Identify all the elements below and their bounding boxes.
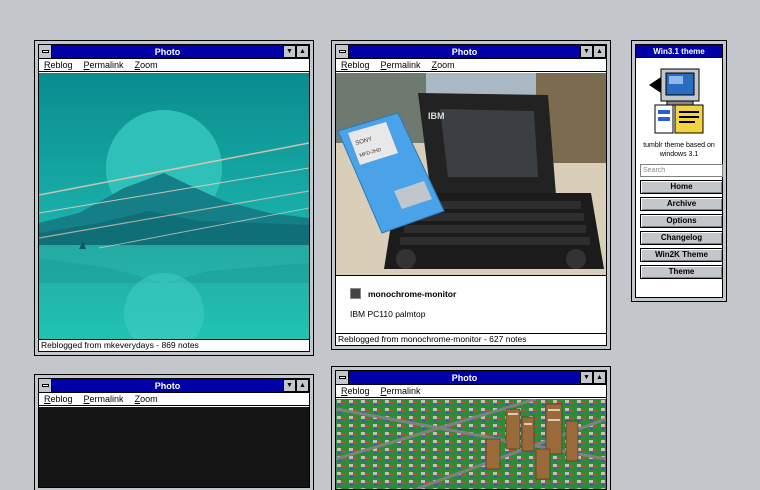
palmtop-photo: IBM SONY MFD-2HD — [336, 73, 606, 275]
menu-bar: Reblog Permalink — [336, 385, 606, 398]
computer-icon — [649, 68, 704, 134]
title-bar[interactable]: Photo ▼ ▲ — [39, 45, 309, 59]
post-caption: IBM PC110 palmtop — [350, 309, 426, 319]
search-input[interactable] — [640, 164, 723, 177]
changelog-button[interactable]: Changelog — [640, 231, 723, 245]
window-title: Photo — [154, 46, 181, 57]
menu-permalink[interactable]: Permalink — [381, 386, 421, 396]
maximize-icon[interactable]: ▲ — [296, 379, 309, 392]
menu-reblog[interactable]: Reblog — [44, 394, 73, 404]
city-game-screenshot — [336, 399, 606, 489]
menu-zoom[interactable]: Zoom — [135, 60, 158, 70]
menu-bar: Reblog Permalink Zoom — [336, 59, 606, 72]
minimize-icon[interactable]: ▼ — [580, 371, 593, 384]
maximize-icon[interactable]: ▲ — [593, 371, 606, 384]
sidebar-description: tumblr theme based on windows 3.1 — [643, 142, 715, 158]
window-title: Photo — [451, 46, 478, 57]
menu-permalink[interactable]: Permalink — [84, 394, 124, 404]
sidebar-window: Win3.1 theme tumblr theme based on windo… — [632, 41, 726, 301]
title-bar[interactable]: Photo ▼ ▲ — [39, 379, 309, 393]
maximize-icon[interactable]: ▲ — [296, 45, 309, 58]
brand-logo-text: IBM — [428, 111, 445, 121]
win2k-theme-button[interactable]: Win2K Theme — [640, 248, 723, 262]
menu-reblog[interactable]: Reblog — [44, 60, 73, 70]
status-bar: Reblogged from monochrome-monitor - 627 … — [336, 333, 606, 345]
system-menu-icon[interactable] — [39, 379, 52, 392]
system-menu-icon[interactable] — [336, 371, 349, 384]
options-button[interactable]: Options — [640, 214, 723, 228]
minimize-icon[interactable]: ▼ — [580, 45, 593, 58]
photo-window-4: Photo ▼ ▲ Reblog Permalink — [332, 367, 610, 490]
photo-window-3: Photo ▼ ▲ Reblog Permalink Zoom — [35, 375, 313, 490]
photo-window-1: Photo ▼ ▲ Reblog Permalink Zoom Reblogge… — [35, 41, 313, 355]
post-photo[interactable] — [39, 73, 309, 341]
post-photo[interactable]: IBM SONY MFD-2HD — [336, 73, 606, 275]
home-button[interactable]: Home — [640, 180, 723, 194]
sidebar-title: Win3.1 theme — [653, 46, 705, 56]
system-menu-icon[interactable] — [39, 45, 52, 58]
post-author[interactable]: monochrome-monitor — [368, 289, 456, 299]
menu-bar: Reblog Permalink Zoom — [39, 393, 309, 406]
menu-bar: Reblog Permalink Zoom — [39, 59, 309, 72]
sidebar-body: tumblr theme based on windows 3.1 Home A… — [636, 58, 723, 284]
window-title: Photo — [451, 372, 478, 383]
menu-reblog[interactable]: Reblog — [341, 60, 370, 70]
minimize-icon[interactable]: ▼ — [283, 45, 296, 58]
title-bar[interactable]: Photo ▼ ▲ — [336, 45, 606, 59]
window-title: Photo — [154, 380, 181, 391]
maximize-icon[interactable]: ▲ — [593, 45, 606, 58]
menu-zoom[interactable]: Zoom — [432, 60, 455, 70]
post-photo[interactable] — [336, 399, 606, 489]
archive-button[interactable]: Archive — [640, 197, 723, 211]
post-photo[interactable] — [39, 407, 309, 487]
menu-zoom[interactable]: Zoom — [135, 394, 158, 404]
landscape-illustration — [39, 73, 309, 341]
avatar[interactable] — [350, 288, 361, 299]
menu-permalink[interactable]: Permalink — [381, 60, 421, 70]
post-caption-area: monochrome-monitor IBM PC110 palmtop — [336, 275, 606, 333]
menu-permalink[interactable]: Permalink — [84, 60, 124, 70]
photo-window-2: Photo ▼ ▲ Reblog Permalink Zoom IBM SONY… — [332, 41, 610, 349]
system-menu-icon[interactable] — [336, 45, 349, 58]
theme-button[interactable]: Theme — [640, 265, 723, 279]
title-bar: Win3.1 theme — [636, 45, 722, 58]
menu-reblog[interactable]: Reblog — [341, 386, 370, 396]
minimize-icon[interactable]: ▼ — [283, 379, 296, 392]
title-bar[interactable]: Photo ▼ ▲ — [336, 371, 606, 385]
status-bar: Reblogged from mkeverydays - 869 notes — [39, 339, 309, 351]
